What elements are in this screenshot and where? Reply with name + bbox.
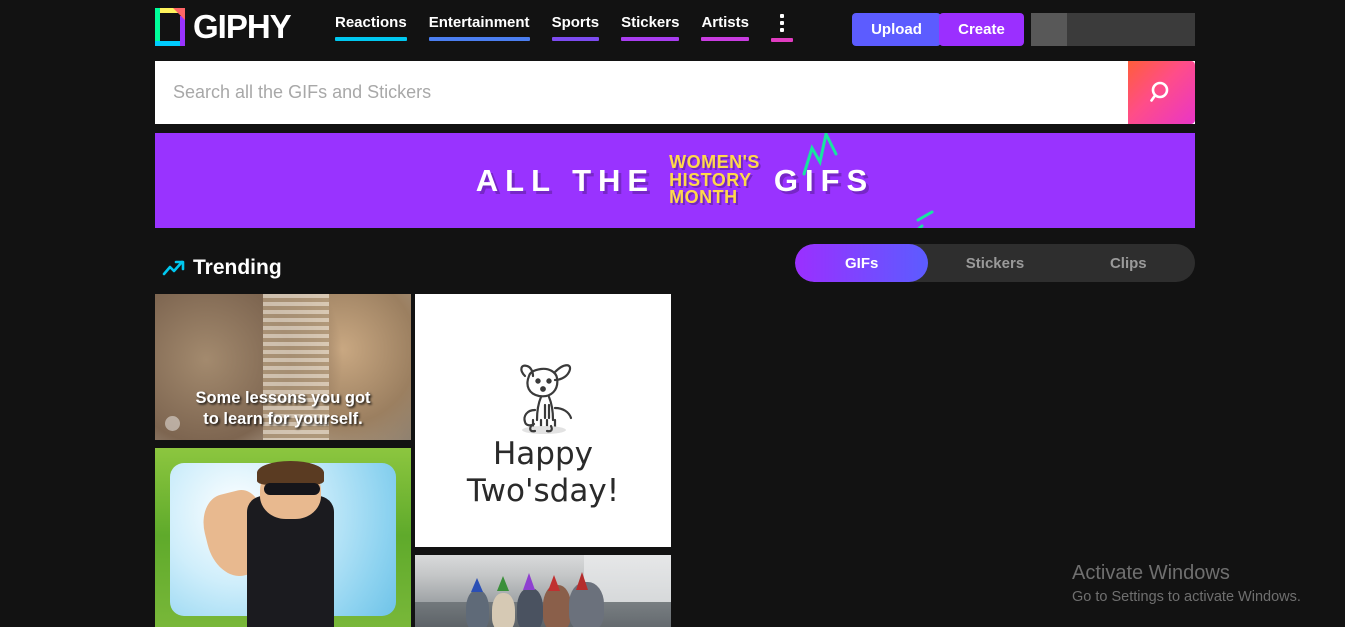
promo-banner[interactable]: ALL THE WOMEN'S HISTORY MONTH GIFS bbox=[155, 133, 1195, 228]
nav-bar-artists bbox=[701, 37, 749, 41]
party-hat-icon bbox=[576, 571, 589, 590]
gif-image-detail bbox=[491, 593, 515, 627]
sparkle-icon bbox=[916, 210, 934, 228]
network-logo-icon bbox=[165, 416, 180, 431]
banner-highlight-line3: MONTH bbox=[669, 187, 738, 208]
nav-label-artists: Artists bbox=[701, 14, 749, 31]
sparkle-icon bbox=[802, 133, 838, 176]
giphy-logo[interactable]: GIPHY bbox=[155, 8, 292, 46]
party-hat-icon bbox=[522, 573, 535, 591]
nav-bar-more bbox=[770, 38, 793, 42]
party-hat-icon bbox=[548, 574, 561, 591]
banner-text-before: ALL THE bbox=[475, 162, 656, 198]
trending-heading: Trending bbox=[162, 256, 282, 280]
banner-highlight: WOMEN'S HISTORY MONTH bbox=[669, 153, 760, 208]
search-bar bbox=[155, 61, 1195, 124]
gif-tile-two-women-talking[interactable]: Some lessons you got to learn for yourse… bbox=[155, 294, 411, 440]
kebab-dot-icon bbox=[779, 28, 784, 32]
nav-item-artists[interactable]: Artists bbox=[701, 14, 749, 41]
trending-label: Trending bbox=[193, 256, 282, 279]
watermark-subtitle: Go to Settings to activate Windows. bbox=[1072, 589, 1301, 605]
more-menu-button[interactable] bbox=[770, 14, 793, 42]
gif-caption-line1: Some lessons you got bbox=[195, 388, 371, 407]
nav-item-reactions[interactable]: Reactions bbox=[335, 14, 407, 41]
gif-caption: Some lessons you got to learn for yourse… bbox=[155, 388, 411, 430]
nav-bar-stickers bbox=[621, 37, 680, 41]
giphy-logo-icon bbox=[155, 8, 185, 46]
nav-label-reactions: Reactions bbox=[335, 14, 407, 31]
gif-caption-line1: Happy bbox=[492, 435, 593, 472]
avatar-skeleton bbox=[1031, 13, 1067, 46]
nav-item-stickers[interactable]: Stickers bbox=[621, 14, 680, 41]
party-hat-icon bbox=[471, 577, 484, 592]
search-input[interactable] bbox=[155, 61, 1195, 124]
giphy-logo-text: GIPHY bbox=[193, 8, 292, 45]
nav-bar-sports bbox=[551, 37, 600, 41]
gif-caption-line2: Two'sday! bbox=[466, 473, 620, 510]
gif-tile-man-sunglasses-clapping[interactable] bbox=[155, 448, 411, 627]
create-button[interactable]: Create bbox=[939, 13, 1024, 46]
kebab-dot-icon bbox=[779, 14, 784, 18]
content-type-tabs: GIFs Stickers Clips bbox=[795, 244, 1195, 282]
upload-button[interactable]: Upload bbox=[852, 13, 941, 46]
nav-item-sports[interactable]: Sports bbox=[551, 14, 600, 41]
nav-bar-entertainment bbox=[428, 37, 530, 41]
gif-image-detail bbox=[517, 588, 543, 627]
dog-drawing-icon bbox=[520, 363, 573, 434]
watermark-title: Activate Windows bbox=[1072, 562, 1230, 584]
kebab-dot-icon bbox=[779, 21, 784, 25]
tab-clips[interactable]: Clips bbox=[1062, 244, 1195, 282]
gif-column-left: Some lessons you got to learn for yourse… bbox=[155, 294, 411, 627]
gif-caption: Happy Two'sday! bbox=[415, 436, 671, 512]
username-skeleton bbox=[1067, 13, 1195, 46]
gif-caption-line2: to learn for yourself. bbox=[203, 409, 363, 428]
tab-gifs[interactable]: GIFs bbox=[795, 244, 929, 282]
main-nav: Reactions Entertainment Sports Stickers … bbox=[335, 14, 811, 42]
gif-column-right: Happy Two'sday! bbox=[415, 294, 671, 627]
gif-tile-happy-twosday-dog[interactable]: Happy Two'sday! bbox=[415, 294, 671, 547]
windows-activation-watermark: Activate Windows Go to Settings to activ… bbox=[1072, 560, 1301, 608]
trending-up-icon bbox=[162, 260, 185, 276]
gif-image-detail bbox=[257, 460, 324, 485]
nav-label-sports: Sports bbox=[551, 14, 600, 31]
gif-tile-office-party-hats[interactable] bbox=[415, 555, 671, 627]
gif-image-detail bbox=[466, 589, 490, 627]
party-hat-icon bbox=[496, 576, 509, 592]
nav-item-entertainment[interactable]: Entertainment bbox=[428, 14, 530, 41]
nav-label-stickers: Stickers bbox=[621, 14, 680, 31]
gif-grid: Some lessons you got to learn for yourse… bbox=[155, 294, 1195, 627]
giphy-homepage: GIPHY Reactions Entertainment Sports Sti… bbox=[0, 0, 1345, 627]
site-header: GIPHY Reactions Entertainment Sports Sti… bbox=[0, 0, 1345, 58]
user-area-loading-skeleton bbox=[1031, 13, 1195, 46]
tab-stickers[interactable]: Stickers bbox=[928, 244, 1061, 282]
gif-image-detail bbox=[543, 585, 572, 627]
nav-bar-reactions bbox=[335, 37, 407, 41]
search-button[interactable] bbox=[1128, 61, 1195, 124]
gif-image-detail bbox=[263, 482, 321, 495]
search-icon bbox=[1149, 81, 1168, 102]
nav-label-entertainment: Entertainment bbox=[428, 14, 530, 31]
